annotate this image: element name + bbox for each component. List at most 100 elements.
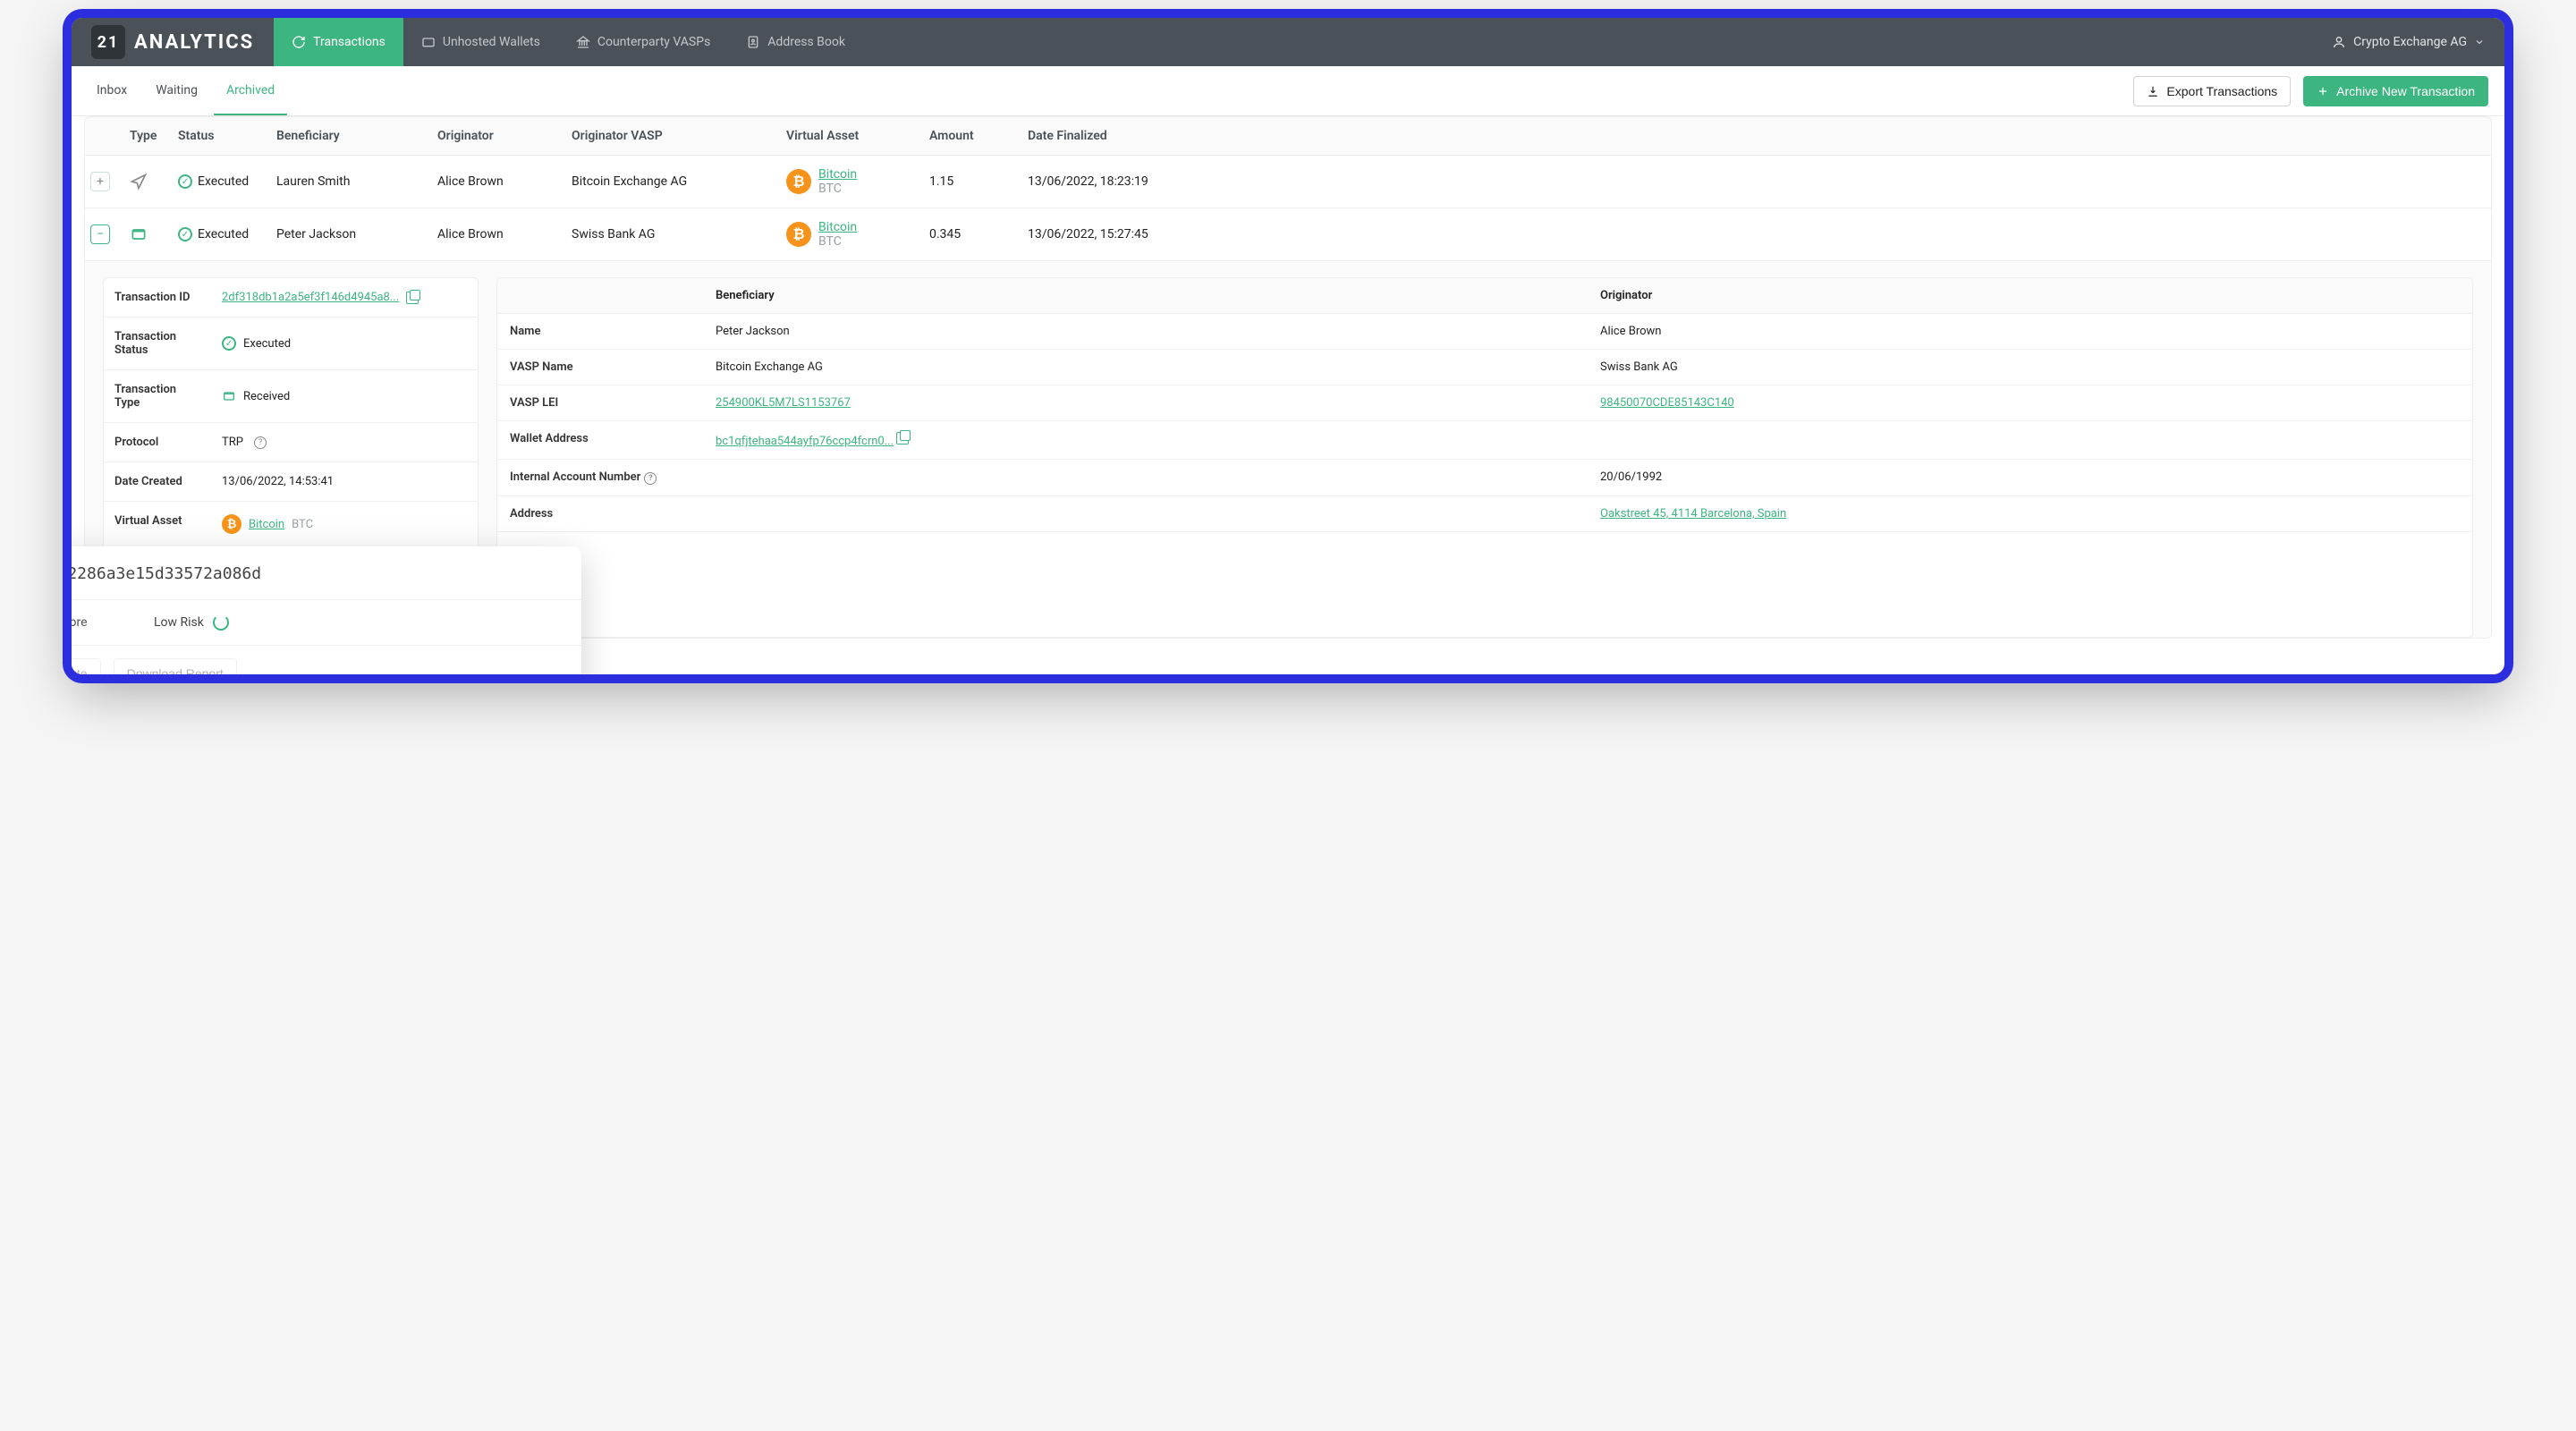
cell-originator-vasp: Swiss Bank AG xyxy=(572,227,786,241)
user-icon xyxy=(2332,35,2346,49)
logo-badge: 21 xyxy=(91,25,125,59)
asset-symbol: BTC xyxy=(818,234,842,249)
col-amount: Amount xyxy=(929,129,1028,143)
nav-unhosted-label: Unhosted Wallets xyxy=(443,35,540,49)
nav-addressbook[interactable]: Address Book xyxy=(728,18,863,66)
cell: 20/06/1992 xyxy=(1588,460,2472,495)
check-icon: ✓ xyxy=(178,174,192,189)
action-buttons: Export Transactions Archive New Transact… xyxy=(2133,76,2492,106)
asset-link[interactable]: Bitcoin xyxy=(249,518,284,531)
status-cell: ✓Executed xyxy=(178,227,276,241)
col-originator: Originator xyxy=(1588,278,2472,313)
copy-icon[interactable] xyxy=(896,432,909,445)
col-status: Status xyxy=(178,129,276,143)
archive-label: Archive New Transaction xyxy=(2336,84,2475,98)
cell-originator-vasp: Bitcoin Exchange AG xyxy=(572,174,786,189)
wallet-link[interactable]: bc1qfjtehaa544ayfp76ccp4fcrn0... xyxy=(716,435,894,448)
refresh-icon xyxy=(292,35,306,49)
row-label: Wallet Address xyxy=(497,421,703,459)
row-label: Address xyxy=(497,496,703,531)
expand-button[interactable]: + xyxy=(90,172,110,191)
asset-symbol: BTC xyxy=(818,182,842,196)
export-label: Export Transactions xyxy=(2166,84,2277,98)
cell-asset: ₿ BitcoinBTC xyxy=(786,220,929,249)
row-label: Internal Account Number xyxy=(510,470,640,484)
col-virtual-asset: Virtual Asset xyxy=(786,129,929,143)
tab-archived[interactable]: Archived xyxy=(214,67,287,115)
sub-bar: Inbox Waiting Archived Export Transactio… xyxy=(72,66,2504,116)
check-icon: ✓ xyxy=(222,336,236,351)
help-icon[interactable]: ? xyxy=(254,436,267,449)
nav-counterparty[interactable]: Counterparty VASPs xyxy=(558,18,728,66)
app-window: 21 ANALYTICS Transactions Unhosted Walle… xyxy=(72,18,2504,674)
kv-value: TRP xyxy=(222,436,243,449)
refresh-icon[interactable] xyxy=(213,614,229,631)
user-name: Crypto Exchange AG xyxy=(2353,35,2467,49)
table-header: Type Status Beneficiary Originator Origi… xyxy=(84,116,2492,156)
cell: Swiss Bank AG xyxy=(1588,350,2472,385)
row-label: VASP LEI xyxy=(497,385,703,420)
col-date-finalized: Date Finalized xyxy=(1028,129,2486,143)
risk-hash: dd362286a3e15d33572a086d xyxy=(72,555,581,600)
bitcoin-icon: ₿ xyxy=(222,514,242,534)
detail-right-card: Beneficiary Originator NamePeter Jackson… xyxy=(496,277,2473,638)
copy-icon[interactable] xyxy=(406,292,419,304)
row-label: Name xyxy=(497,314,703,349)
risk-label: Risk Score xyxy=(72,615,136,630)
logo-text: ANALYTICS xyxy=(134,31,254,54)
send-icon xyxy=(130,173,148,191)
plus-icon xyxy=(2317,85,2329,97)
row-label: VASP Name xyxy=(497,350,703,385)
archive-button[interactable]: Archive New Transaction xyxy=(2303,76,2488,106)
kv-value: Received xyxy=(243,390,290,403)
kv-label: Protocol xyxy=(104,423,211,461)
top-nav: Transactions Unhosted Wallets Counterpar… xyxy=(274,18,863,66)
kv-value: Executed xyxy=(243,337,291,351)
tab-inbox[interactable]: Inbox xyxy=(84,67,140,115)
logo: 21 ANALYTICS xyxy=(72,25,274,59)
cell-amount: 1.15 xyxy=(929,174,1028,189)
receive-icon xyxy=(130,225,148,243)
wallet-icon xyxy=(421,35,436,49)
export-button[interactable]: Export Transactions xyxy=(2133,76,2291,106)
cell-asset: ₿ BitcoinBTC xyxy=(786,167,929,196)
col-type: Type xyxy=(130,129,178,143)
address-link[interactable]: Oakstreet 45, 4114 Barcelona, Spain xyxy=(1600,507,1786,521)
tabs: Inbox Waiting Archived xyxy=(84,67,287,115)
cell: Alice Brown xyxy=(1588,314,2472,349)
cell-originator: Alice Brown xyxy=(437,174,572,189)
parties-header: Beneficiary Originator xyxy=(497,278,2472,314)
download-report-button[interactable]: Download Report xyxy=(114,658,237,674)
cell: Peter Jackson xyxy=(703,314,1588,349)
tx-id-link[interactable]: 2df318db1a2a5ef3f146d4945a8... xyxy=(222,291,399,304)
asset-symbol: BTC xyxy=(292,518,313,531)
lei-link[interactable]: 254900KL5M7LS1153767 xyxy=(716,396,851,410)
kv-label: Transaction Status xyxy=(104,318,211,369)
asset-link[interactable]: Bitcoin xyxy=(818,167,857,182)
cell: Bitcoin Exchange AG xyxy=(703,350,1588,385)
asset-link[interactable]: Bitcoin xyxy=(818,220,857,234)
collapse-button[interactable]: − xyxy=(90,224,110,244)
help-icon[interactable]: ? xyxy=(644,472,657,485)
nav-transactions[interactable]: Transactions xyxy=(274,18,403,66)
nav-unhosted[interactable]: Unhosted Wallets xyxy=(403,18,558,66)
cell-amount: 0.345 xyxy=(929,227,1028,241)
status-text: Executed xyxy=(198,227,249,241)
kv-value: 13/06/2022, 14:53:41 xyxy=(222,475,334,488)
receive-icon xyxy=(222,389,236,403)
execute-button[interactable]: Execute xyxy=(72,658,101,674)
col-beneficiary: Beneficiary xyxy=(703,278,1588,313)
col-originator-vasp: Originator VASP xyxy=(572,129,786,143)
nav-addressbook-label: Address Book xyxy=(767,35,845,49)
tab-waiting[interactable]: Waiting xyxy=(143,67,210,115)
col-originator: Originator xyxy=(437,129,572,143)
topbar: 21 ANALYTICS Transactions Unhosted Walle… xyxy=(72,18,2504,66)
kv-label: Date Created xyxy=(104,462,211,501)
lei-link[interactable]: 98450070CDE85143C140 xyxy=(1600,396,1734,410)
kv-label: Transaction Type xyxy=(104,370,211,422)
kv-label: Virtual Asset xyxy=(104,502,211,546)
user-menu[interactable]: Crypto Exchange AG xyxy=(2312,35,2504,49)
status-cell: ✓Executed xyxy=(178,174,276,189)
cell-date: 13/06/2022, 15:27:45 xyxy=(1028,227,2486,241)
table-row: + ✓Executed Lauren Smith Alice Brown Bit… xyxy=(84,156,2492,208)
